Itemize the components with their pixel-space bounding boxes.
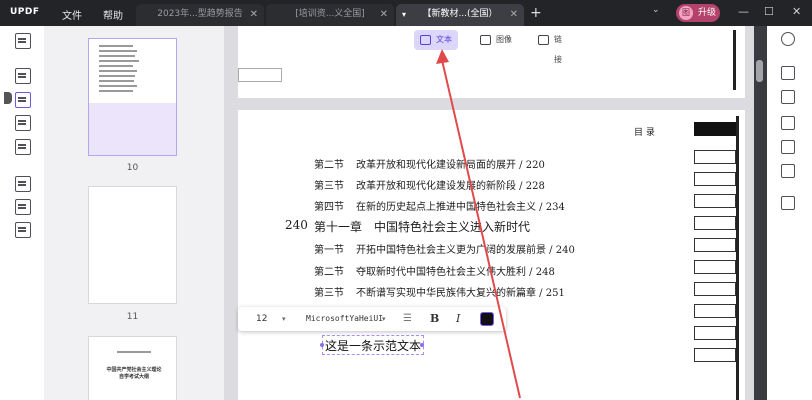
scan-box [694,216,736,230]
crop-icon[interactable] [15,199,31,215]
thumbnail-title: 中国共产党社会主义理论自学考试大纲 [106,367,162,380]
toc-entry-text: 开拓中国特色社会主义更为广阔的发展前景 / 240 [356,245,575,256]
page-thumbnail-10[interactable] [88,38,177,156]
scan-box [694,304,736,318]
app-window: UPDF 文件 帮助 2023年...型趋势报告 ✕ [培训资...义全国] ✕… [0,0,812,400]
resize-handle[interactable] [420,343,424,347]
scan-box [694,326,736,340]
text-box-icon [420,35,431,45]
toc-entry-label: 第四节 [314,202,344,213]
chevron-down-icon[interactable]: ⌄ [652,5,660,15]
font-size-chevron-icon[interactable]: ▾ [282,307,286,331]
left-toolbar [0,26,44,400]
link-icon [538,35,549,45]
close-icon[interactable]: ✕ [510,4,518,25]
organize-pages-icon[interactable] [15,176,31,192]
toc-entry-label: 第三节 [314,288,344,299]
text-color-icon[interactable] [480,312,494,326]
layers-icon[interactable] [15,222,31,238]
font-family-chevron-icon[interactable]: ▾ [382,307,386,331]
toc-entry-text: 夺取新时代中国特色社会主义伟大胜利 / 248 [356,267,555,278]
close-window-icon[interactable]: ✕ [792,5,801,18]
toc-chapter-text: 中国特色社会主义进入新时代 [374,220,531,234]
ocr-icon[interactable] [781,66,795,80]
share-icon[interactable] [781,140,795,154]
title-bar: UPDF 文件 帮助 2023年...型趋势报告 ✕ [培训资...义全国] ✕… [0,0,812,26]
minimize-icon[interactable]: — [738,5,749,18]
thumbnail-panel: 10 11 中国共产党社会主义理论自学考试大纲 [44,26,224,400]
menu-file[interactable]: 文件 [62,7,82,22]
text-mode-label: 文本 [436,35,452,44]
toc-entry-text: 不断谱写实现中华民族伟大复兴的新篇章 / 251 [356,288,565,299]
email-icon[interactable] [781,164,795,178]
scan-box [694,260,736,274]
fill-sign-icon[interactable] [15,139,31,155]
toc-entry-text: 在新的历史起点上推进中国特色社会主义 / 234 [356,202,565,213]
scan-box [694,194,736,208]
edit-pdf-icon[interactable] [15,92,31,108]
scan-box [694,238,736,252]
font-size-value[interactable]: 12 [256,307,267,331]
toc-heading: 目 录 [634,128,655,138]
tab-label: [培训资...义全国] [295,9,365,19]
page-number: 11 [126,312,139,322]
image-mode-label: 图像 [496,35,512,44]
tab-document-2[interactable]: [培训资...义全国] ✕ [266,4,394,26]
close-icon[interactable]: ✕ [250,4,258,25]
tab-document-1[interactable]: 2023年...型趋势报告 ✕ [136,4,264,26]
toc-entry-text: 改革开放和现代化建设新局面的展开 / 220 [356,160,545,171]
toc-entry-label: 第二节 [314,160,344,171]
sample-text-box[interactable]: 这是一条示范文本 [322,335,425,355]
avatar: 图 [679,6,693,20]
text-format-toolbar: 12 ▾ MicrosoftYaHeiUI ▾ ☰ B I [238,307,506,331]
font-family-value[interactable]: MicrosoftYaHeiUI [306,307,383,331]
sample-text: 这是一条示范文本 [325,339,422,353]
search-icon[interactable] [781,32,795,46]
link-mode-button[interactable]: 链接 [532,30,568,64]
maximize-icon[interactable]: ☐ [764,5,774,18]
protect-icon[interactable] [781,116,795,130]
tab-document-3[interactable]: ▾ 【新教材...(全国） ✕ [396,4,524,26]
convert-icon[interactable] [781,90,795,104]
sidebar-collapse-handle[interactable] [4,92,12,104]
reader-icon[interactable] [15,33,31,49]
page-thumbnail-12[interactable]: 中国共产党社会主义理论自学考试大纲 [88,336,177,400]
save-icon[interactable] [781,196,795,210]
edit-mode-tabs: 文本 图像 链接 [414,30,562,64]
scan-box [694,282,736,296]
toc-chapter-label: 第十一章 [314,220,363,234]
tab-label: 【新教材...(全国） [422,9,498,19]
app-logo: UPDF [10,7,40,17]
right-toolbar [767,26,812,400]
page-number: 10 [126,163,139,173]
close-icon[interactable]: ✕ [380,4,388,25]
link-mode-label: 链接 [554,35,562,64]
toc-chapter-page: 240 [285,218,308,232]
text-mode-button[interactable]: 文本 [414,30,458,50]
upgrade-button[interactable]: 图 升级 [676,4,720,22]
image-mode-button[interactable]: 图像 [474,30,518,50]
scan-box [694,172,736,186]
comment-icon[interactable] [15,68,31,84]
tab-menu-icon[interactable]: ▾ [402,4,406,25]
document-viewport [224,26,754,400]
toc-entry-label: 第二节 [314,267,344,278]
image-icon [480,35,491,45]
align-icon[interactable]: ☰ [403,307,412,331]
toc-entry-text: 改革开放和现代化建设发展的新阶段 / 228 [356,181,545,192]
bold-button[interactable]: B [430,307,439,331]
upgrade-label: 升级 [698,8,717,18]
page-thumbnail-11[interactable] [88,186,177,304]
toc-entry-label: 第一节 [314,245,344,256]
menu-help[interactable]: 帮助 [103,7,123,22]
scan-box [694,348,736,362]
toc-entry-label: 第三节 [314,181,344,192]
new-tab-icon[interactable]: + [530,5,542,21]
tab-label: 2023年...型趋势报告 [157,9,243,19]
resize-handle[interactable] [320,343,324,347]
document-scrollbar[interactable] [756,60,763,82]
scan-box [694,150,736,164]
form-icon[interactable] [15,115,31,131]
italic-button[interactable]: I [456,307,460,331]
